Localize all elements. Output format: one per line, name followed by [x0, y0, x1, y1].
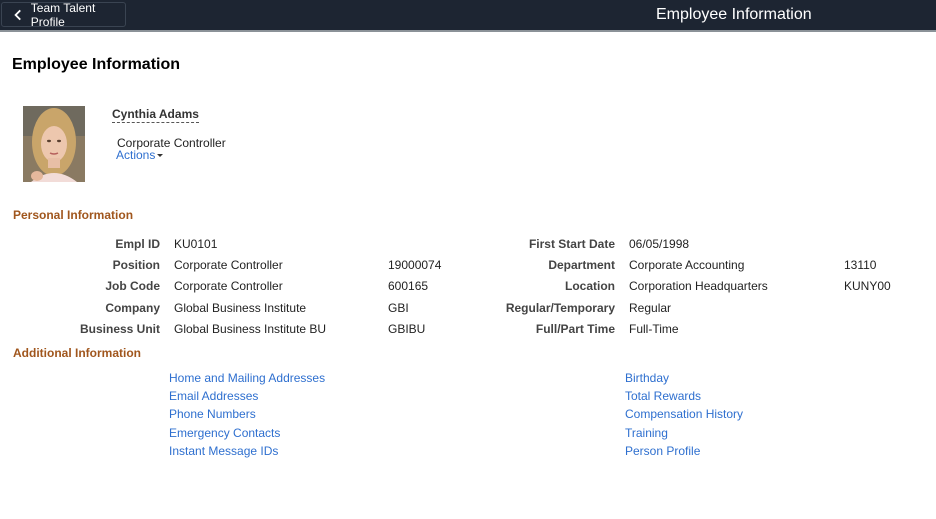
actions-label: Actions: [116, 148, 156, 162]
personal-information-heading: Personal Information: [13, 208, 134, 222]
field-value: 06/05/1998: [629, 237, 690, 251]
field-label: Regular/Temporary: [505, 301, 615, 315]
field-label: Full/Part Time: [535, 322, 615, 336]
actions-menu-button[interactable]: Actions: [116, 148, 164, 162]
link-email-addresses[interactable]: Email Addresses: [169, 389, 258, 403]
field-code: GBI: [388, 301, 409, 315]
link-total-rewards[interactable]: Total Rewards: [625, 389, 701, 403]
top-bar: Team Talent Profile Employee Information: [0, 0, 936, 32]
link-compensation-history[interactable]: Compensation History: [625, 407, 743, 421]
field-value: Global Business Institute: [174, 301, 307, 315]
field-value: Corporate Accounting: [629, 258, 745, 272]
employee-photo: [23, 106, 85, 182]
header-title: Employee Information: [656, 6, 812, 23]
employee-name-link[interactable]: Cynthia Adams: [112, 107, 199, 123]
field-value: KU0101: [174, 237, 218, 251]
chevron-left-icon: [14, 9, 21, 20]
field-label: Position: [112, 258, 160, 272]
link-phone-numbers[interactable]: Phone Numbers: [169, 407, 256, 421]
field-code: KUNY00: [844, 279, 891, 293]
back-button-label: Team Talent Profile: [30, 0, 96, 29]
link-training[interactable]: Training: [625, 426, 668, 440]
link-home-mailing-addresses[interactable]: Home and Mailing Addresses: [169, 371, 325, 385]
back-button[interactable]: Team Talent Profile: [1, 0, 126, 29]
link-emergency-contacts[interactable]: Emergency Contacts: [169, 426, 280, 440]
field-code: GBIBU: [388, 322, 426, 336]
field-label: Location: [565, 279, 615, 293]
field-label: Job Code: [105, 279, 160, 293]
additional-information-heading: Additional Information: [13, 346, 141, 360]
field-value: Full-Time: [629, 322, 679, 336]
field-value: Regular: [629, 301, 672, 315]
caret-down-icon: [157, 154, 164, 158]
field-value: Global Business Institute BU: [174, 322, 327, 336]
field-code: 13110: [844, 258, 877, 272]
field-label: Empl ID: [115, 237, 160, 251]
field-label: Department: [548, 258, 615, 272]
field-code: 19000074: [388, 258, 442, 272]
link-birthday[interactable]: Birthday: [625, 371, 669, 385]
field-value: Corporate Controller: [174, 279, 283, 293]
field-label: Company: [105, 301, 160, 315]
field-label: First Start Date: [528, 237, 615, 251]
link-person-profile[interactable]: Person Profile: [625, 444, 700, 458]
field-value: Corporation Headquarters: [629, 279, 768, 293]
field-code: 600165: [388, 279, 429, 293]
field-label: Business Unit: [79, 322, 160, 336]
link-instant-message-ids[interactable]: Instant Message IDs: [169, 444, 278, 458]
page-title: Employee Information: [12, 56, 181, 73]
field-value: Corporate Controller: [174, 258, 283, 272]
